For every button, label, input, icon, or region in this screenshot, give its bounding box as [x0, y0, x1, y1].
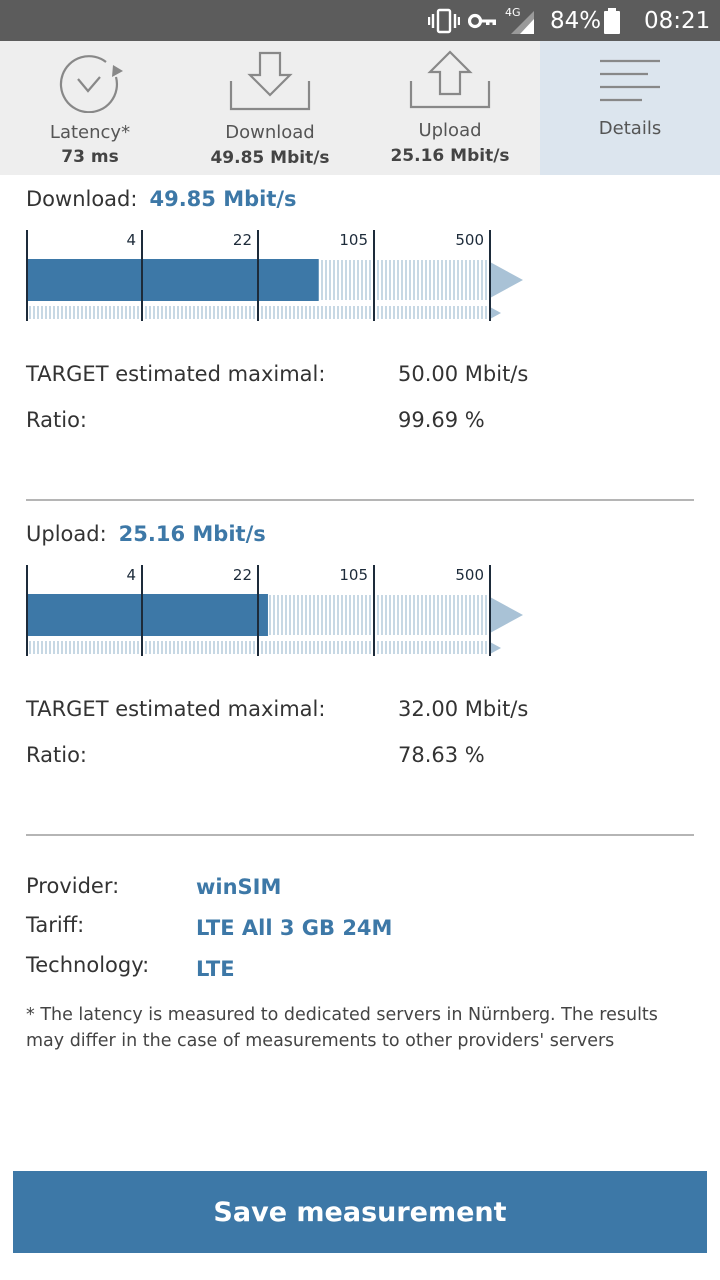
upload-ratio-value: 78.63 %: [398, 743, 485, 767]
download-ratio-value: 99.69 %: [398, 408, 485, 432]
tab-label: Upload: [418, 120, 482, 141]
network-type: 4G: [505, 6, 521, 19]
technology-label: Technology:: [26, 953, 150, 977]
scale-arrow: [490, 597, 523, 633]
provider-label: Provider:: [26, 874, 120, 898]
tab-label: Download: [225, 122, 315, 143]
upload-title: Upload: 25.16 Mbit/s: [26, 522, 266, 546]
tab-details[interactable]: Details: [540, 41, 720, 175]
scale-arrow-small: [490, 307, 501, 319]
latency-footnote: * The latency is measured to dedicated s…: [26, 1005, 658, 1051]
signal-icon: 4G: [505, 0, 536, 41]
scale-tick-label: 105: [339, 566, 368, 584]
save-measurement-button[interactable]: Save measurement: [13, 1171, 707, 1253]
scale-tick-label: 500: [455, 231, 484, 249]
download-speed-scale: 4 22 105 500: [26, 230, 523, 321]
upload-speed-scale: 4 22 105 500: [26, 565, 523, 656]
tariff-label: Tariff:: [26, 913, 85, 937]
latency-gauge-icon: [59, 55, 123, 113]
speed-fill-bar: [26, 259, 319, 301]
technology-value: LTE: [196, 957, 235, 981]
tab-label: Latency*: [49, 122, 131, 143]
status-bar: 4G 84% 08:21: [0, 0, 720, 41]
tariff-value: LTE All 3 GB 24M: [196, 916, 393, 940]
scale-tick-label: 22: [233, 231, 252, 249]
vibrate-icon: [428, 0, 460, 41]
tab-value: 73 ms: [61, 147, 119, 167]
download-target-label: TARGET estimated maximal:: [26, 362, 326, 386]
time-text: 08:21: [644, 7, 711, 34]
scale-arrow-small: [490, 642, 501, 654]
download-target-value: 50.00 Mbit/s: [398, 362, 529, 386]
upload-target-label: TARGET estimated maximal:: [26, 697, 326, 721]
tab-latency[interactable]: Latency* 73 ms: [0, 41, 180, 175]
section-divider: [26, 499, 694, 501]
download-ratio-label: Ratio:: [26, 408, 87, 432]
scale-tick-label: 22: [233, 566, 252, 584]
tab-download[interactable]: Download 49.85 Mbit/s: [180, 41, 360, 175]
tab-label: Details: [598, 118, 662, 139]
upload-ratio-label: Ratio:: [26, 743, 87, 767]
upload-speed-value: 25.16 Mbit/s: [118, 522, 266, 546]
scale-tick-label: 500: [455, 566, 484, 584]
upload-target-value: 32.00 Mbit/s: [398, 697, 529, 721]
provider-value: winSIM: [196, 875, 282, 899]
download-tray-icon: [229, 51, 311, 111]
download-speed-value: 49.85 Mbit/s: [149, 187, 297, 211]
clock: 08:21: [644, 0, 710, 41]
battery-percent: 84%: [550, 0, 601, 41]
vpn-key-icon: [468, 0, 498, 41]
tab-value: 25.16 Mbit/s: [390, 146, 510, 166]
tab-upload[interactable]: Upload 25.16 Mbit/s: [360, 41, 540, 175]
scale-tick-label: 105: [339, 231, 368, 249]
result-tabbar: Latency* 73 ms Download 49.85 Mbit/s Upl…: [0, 41, 720, 175]
scale-arrow: [490, 262, 523, 298]
battery-text: 84%: [550, 7, 602, 34]
upload-tray-icon: [409, 50, 491, 109]
upload-title-label: Upload:: [26, 522, 107, 546]
download-title-label: Download:: [26, 187, 138, 211]
scale-tick-label: 4: [126, 566, 136, 584]
download-title: Download: 49.85 Mbit/s: [26, 187, 297, 211]
section-divider: [26, 834, 694, 836]
menu-lines-icon: [600, 59, 660, 102]
tab-value: 49.85 Mbit/s: [210, 148, 330, 168]
battery-icon: [603, 0, 621, 41]
scale-tick-label: 4: [126, 231, 136, 249]
speed-fill-bar: [26, 594, 268, 636]
